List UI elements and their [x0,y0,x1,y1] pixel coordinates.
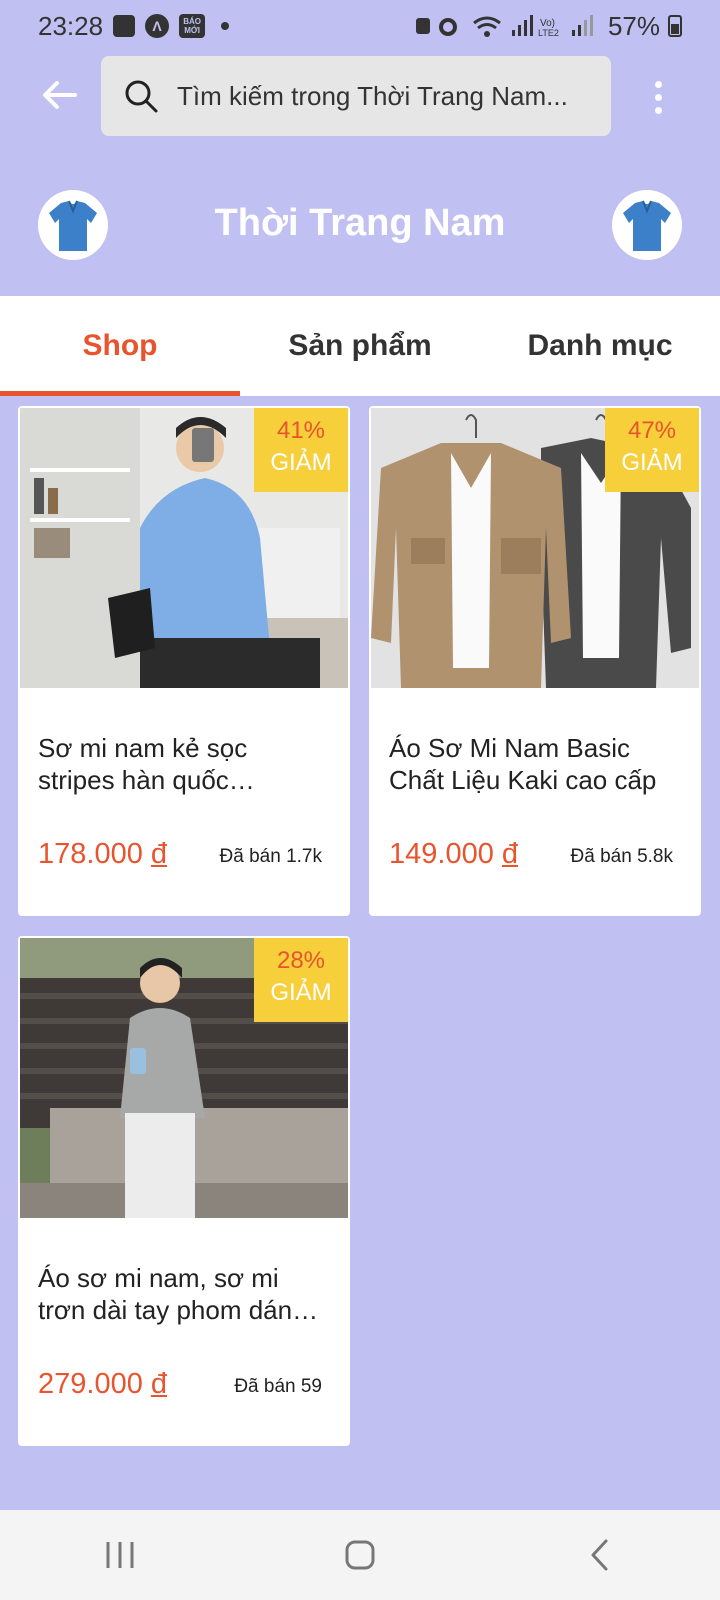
discount-label: GIẢM [621,449,683,476]
tab-categories[interactable]: Danh mục [480,296,720,396]
discount-badge: 41% GIẢM [254,408,348,492]
home-icon [345,1540,375,1570]
baomoi-icon: BÁO MỚI [179,14,206,38]
search-input[interactable]: Tìm kiếm trong Thời Trang Nam... [101,56,611,136]
discount-badge: 47% GIẢM [605,408,699,492]
status-bar: 23:28 Λ BÁO MỚI Vo) LTE2 57% [0,0,720,52]
product-title: Áo sơ mi nam, sơ mi trơn dài tay phom dá… [38,1263,307,1325]
wifi-icon [473,16,501,37]
shop-banner: Thời Trang Nam [0,180,720,270]
system-back-button[interactable] [560,1525,640,1585]
product-card[interactable]: 41% GIẢM Sơ mi nam kẻ sọc stripes hàn qu… [18,406,350,916]
search-placeholder: Tìm kiếm trong Thời Trang Nam... [177,80,568,111]
battery-percent: 57% [607,10,660,41]
chevron-left-icon [591,1539,608,1571]
product-price: 178.000 đ [38,838,168,870]
polo-shirt-icon [623,200,671,251]
back-button[interactable] [36,72,82,118]
product-sold-count: Đã bán 1.7k [219,846,322,867]
battery-icon [668,15,682,37]
discount-badge: 28% GIẢM [254,938,348,1022]
system-nav-bar [0,1510,720,1600]
tab-shop[interactable]: Shop [0,296,240,396]
signal-icon: Vo) LTE2 [511,15,593,38]
currency-symbol: đ [150,838,168,870]
notification-dot-icon [221,22,230,30]
product-price: 149.000 đ [389,838,519,870]
currency-symbol: đ [150,1368,168,1400]
discount-percent: 47% [627,417,677,444]
svg-text:LTE2: LTE2 [538,28,559,38]
tab-products[interactable]: Sản phẩm [240,296,480,396]
product-sold-count: Đã bán 59 [234,1376,322,1397]
home-button[interactable] [320,1525,400,1585]
discount-label: GIẢM [270,449,332,476]
discount-percent: 28% [276,947,326,974]
product-image: 41% GIẢM [20,408,348,688]
recent-apps-icon [106,1542,134,1568]
discount-percent: 41% [276,417,326,444]
shop-avatar-secondary[interactable] [612,190,682,260]
tab-bar: Shop Sản phẩm Danh mục [0,296,720,396]
header: Tìm kiếm trong Thời Trang Nam... [0,56,720,136]
app-icon: Λ [145,14,170,38]
status-time: 23:28 [38,10,104,41]
search-icon [125,80,158,113]
product-image: 28% GIẢM [20,938,348,1218]
product-sold-count: Đã bán 5.8k [570,846,673,867]
product-title: Sơ mi nam kẻ sọc stripes hàn quốc JABONE… [38,733,248,795]
currency-symbol: đ [501,838,519,870]
recent-apps-button[interactable] [80,1525,160,1585]
alarm-icon [415,18,457,36]
more-options-button[interactable] [640,74,676,120]
back-arrow-icon [43,81,77,109]
gallery-icon [113,15,136,37]
product-title: Áo Sơ Mi Nam Basic Chất Liệu Kaki cao cấ… [389,733,657,795]
product-image: 47% GIẢM [371,408,699,688]
more-vertical-icon [654,80,662,88]
product-price: 279.000 đ [38,1368,168,1400]
product-card[interactable]: 28% GIẢM Áo sơ mi nam, sơ mi trơn dài ta… [18,936,350,1446]
product-card[interactable]: 47% GIẢM Áo Sơ Mi Nam Basic Chất Liệu Ka… [369,406,701,916]
discount-label: GIẢM [270,979,332,1006]
